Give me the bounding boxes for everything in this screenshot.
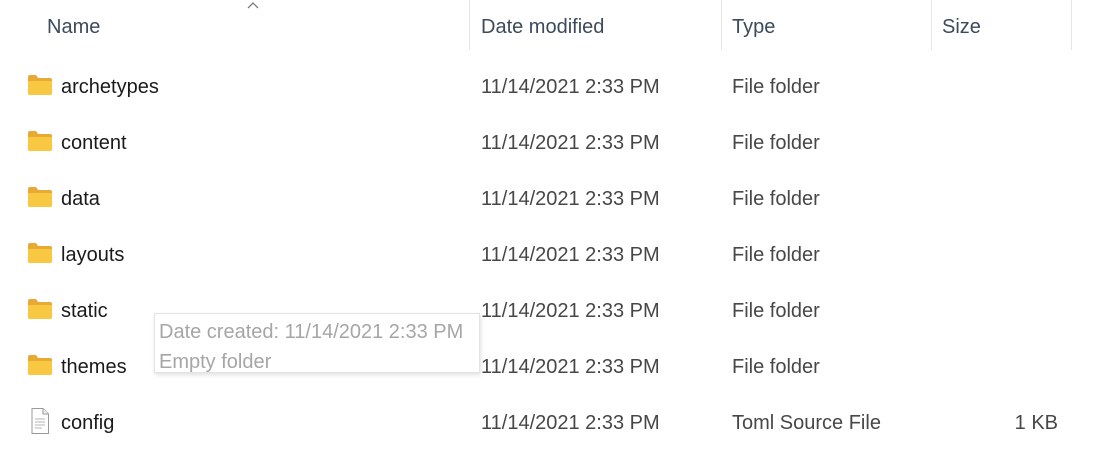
file-name: config xyxy=(61,411,115,434)
column-header-size[interactable]: Size xyxy=(932,0,1071,50)
tooltip-date-created: Date created: 11/14/2021 2:33 PM xyxy=(159,321,464,343)
document-file-icon xyxy=(31,408,49,434)
column-header-size-label: Size xyxy=(942,15,981,38)
file-explorer-details-view: Name Date modified Type Size archetypes … xyxy=(0,0,1093,466)
file-name: archetypes xyxy=(61,75,159,98)
file-date-modified: 11/14/2021 2:33 PM xyxy=(481,411,660,434)
file-row-config[interactable]: config 11/14/2021 2:33 PM Toml Source Fi… xyxy=(0,395,1093,451)
file-type: File folder xyxy=(732,187,820,210)
file-date-modified: 11/14/2021 2:33 PM xyxy=(481,299,660,322)
column-header-date-label: Date modified xyxy=(481,15,605,38)
file-row-data[interactable]: data 11/14/2021 2:33 PM File folder xyxy=(0,171,1093,227)
tooltip-folder-status: Empty folder xyxy=(159,351,272,373)
file-date-modified: 11/14/2021 2:33 PM xyxy=(481,243,660,266)
file-name: static xyxy=(61,299,108,322)
column-divider[interactable] xyxy=(1071,0,1072,50)
column-header-row: Name Date modified Type Size xyxy=(0,0,1093,50)
folder-icon xyxy=(28,75,52,95)
file-date-modified: 11/14/2021 2:33 PM xyxy=(481,187,660,210)
file-type: Toml Source File xyxy=(732,411,881,434)
file-name: content xyxy=(61,131,127,154)
column-header-date-modified[interactable]: Date modified xyxy=(470,0,721,50)
file-name: themes xyxy=(61,355,127,378)
file-size: 1 KB xyxy=(1014,411,1058,434)
file-row-layouts[interactable]: layouts 11/14/2021 2:33 PM File folder xyxy=(0,227,1093,283)
folder-icon xyxy=(28,355,52,375)
folder-icon xyxy=(28,187,52,207)
file-date-modified: 11/14/2021 2:33 PM xyxy=(481,75,660,98)
file-type: File folder xyxy=(732,355,820,378)
sort-ascending-chevron-icon xyxy=(247,2,259,9)
folder-icon xyxy=(28,131,52,151)
column-header-name[interactable]: Name xyxy=(0,0,469,50)
file-date-modified: 11/14/2021 2:33 PM xyxy=(481,355,660,378)
folder-icon xyxy=(28,299,52,319)
file-type: File folder xyxy=(732,131,820,154)
file-row-archetypes[interactable]: archetypes 11/14/2021 2:33 PM File folde… xyxy=(0,59,1093,115)
file-date-modified: 11/14/2021 2:33 PM xyxy=(481,131,660,154)
file-name: layouts xyxy=(61,243,125,266)
column-header-name-label: Name xyxy=(47,15,101,38)
file-name: data xyxy=(61,187,100,210)
column-header-type-label: Type xyxy=(732,15,776,38)
column-header-type[interactable]: Type xyxy=(722,0,931,50)
file-row-content[interactable]: content 11/14/2021 2:33 PM File folder xyxy=(0,115,1093,171)
file-type: File folder xyxy=(732,299,820,322)
file-type: File folder xyxy=(732,243,820,266)
file-type: File folder xyxy=(732,75,820,98)
folder-icon xyxy=(28,243,52,263)
file-list: archetypes 11/14/2021 2:33 PM File folde… xyxy=(0,59,1093,451)
folder-info-tooltip: Date created: 11/14/2021 2:33 PM Empty f… xyxy=(154,313,480,373)
